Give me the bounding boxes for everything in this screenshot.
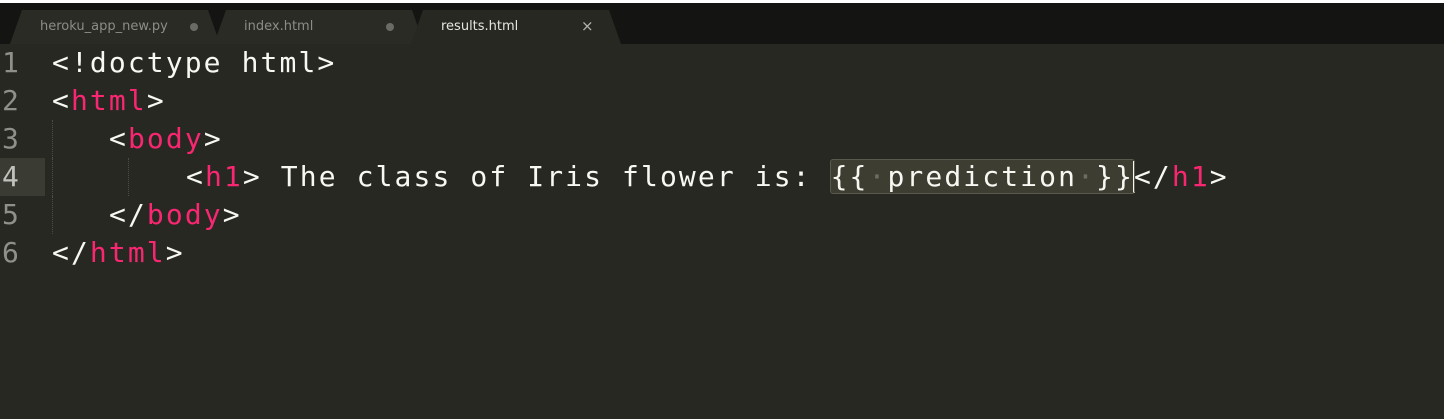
code-line-3: 3 <body>	[0, 120, 1444, 158]
code-line-4: 4 <h1> The class of Iris flower is: {{·p…	[0, 158, 1444, 196]
line-gutter: 6	[0, 234, 45, 272]
tag-name: html	[70, 84, 147, 117]
tag-name: html	[89, 236, 166, 269]
tab-label: index.html	[244, 19, 314, 34]
whitespace-marker: ·	[868, 160, 888, 193]
tab-index-html[interactable]: index.html	[214, 10, 424, 44]
code-token: >	[203, 122, 223, 155]
line-number: 3	[2, 122, 19, 155]
line-number: 2	[2, 84, 19, 117]
line-number: 4	[2, 160, 19, 193]
line-gutter: 2	[0, 82, 45, 120]
tab-bar: heroku_app_new.py index.html results.htm…	[0, 3, 1444, 44]
tag-name: h1	[1171, 160, 1210, 193]
tag-name: body	[127, 122, 204, 155]
code-line-1: 1 <!doctype html>	[0, 44, 1444, 82]
indent-guide	[52, 196, 53, 234]
code-token: >	[1209, 160, 1229, 193]
code-line-2: 2 <html>	[0, 82, 1444, 120]
close-icon[interactable]: ×	[581, 16, 594, 36]
code-text: <html>	[52, 85, 166, 117]
code-line-6: 6 </html>	[0, 234, 1444, 272]
tab-label: heroku_app_new.py	[40, 19, 168, 34]
unsaved-dot-icon[interactable]	[386, 23, 394, 31]
line-gutter: 4	[0, 158, 45, 196]
code-text: <body>	[109, 123, 223, 155]
code-token: <	[109, 122, 128, 155]
line-gutter: 3	[0, 120, 45, 158]
code-token: </	[52, 236, 90, 269]
code-token: <!doctype html>	[52, 46, 337, 79]
code-line-5: 5 </body>	[0, 196, 1444, 234]
code-token: >	[165, 236, 185, 269]
code-token: }}	[1096, 160, 1134, 193]
whitespace-marker: ·	[1077, 160, 1097, 193]
code-token: prediction	[887, 160, 1078, 193]
tab-heroku-app-new-py[interactable]: heroku_app_new.py	[10, 10, 220, 44]
tag-name: h1	[204, 160, 243, 193]
code-editor[interactable]: 1 <!doctype html> 2 <html> 3 <body> 4 <h…	[0, 44, 1444, 419]
code-text: <!doctype html>	[52, 47, 336, 79]
code-token: <	[186, 160, 205, 193]
line-number: 6	[2, 236, 19, 269]
code-token: </	[109, 198, 147, 231]
code-text: </body>	[109, 199, 242, 231]
code-token: > The class of Iris flower is:	[242, 160, 831, 193]
tab-results-html[interactable]: results.html ×	[411, 10, 621, 44]
code-token: </	[1133, 160, 1172, 193]
line-number: 5	[2, 198, 19, 231]
indent-guide	[52, 120, 53, 158]
unsaved-dot-icon[interactable]	[190, 23, 198, 31]
code-token: {{	[830, 160, 869, 193]
line-gutter: 1	[0, 44, 45, 82]
indent-guide	[52, 158, 53, 196]
selection-highlight: {{·prediction·}}	[829, 159, 1135, 194]
code-text: <h1> The class of Iris flower is: {{·pre…	[186, 159, 1229, 194]
code-token: >	[222, 198, 242, 231]
line-gutter: 5	[0, 196, 45, 234]
tag-name: body	[146, 198, 223, 231]
line-number: 1	[2, 46, 19, 79]
code-token: <	[52, 84, 71, 117]
tab-label: results.html	[441, 19, 519, 34]
code-token: >	[146, 84, 166, 117]
code-text: </html>	[52, 237, 185, 269]
indent-guide	[128, 158, 129, 196]
